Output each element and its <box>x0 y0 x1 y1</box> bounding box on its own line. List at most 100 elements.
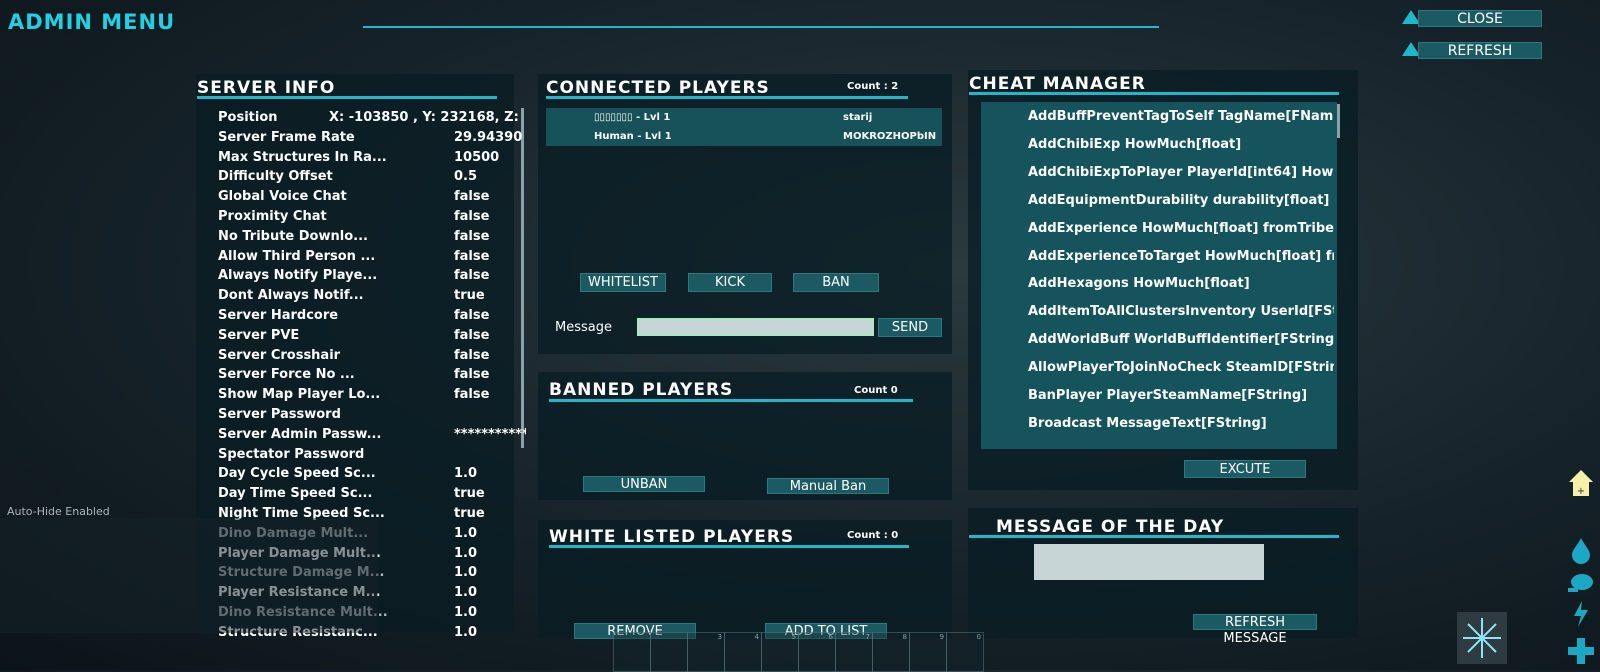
close-button[interactable]: CLOSE <box>1418 10 1542 27</box>
cheat-list-item[interactable]: AddExperienceToTarget HowMuch[float] fro… <box>1028 249 1334 269</box>
server-info-value: false <box>454 308 490 323</box>
hotbar-slot-number: 5 <box>791 633 796 641</box>
server-info-row: No Tribute Downlo... false <box>218 229 523 249</box>
server-info-key: Difficulty Offset <box>218 169 333 185</box>
cheat-list-item[interactable]: Broadcast MessageText[FString] <box>1028 416 1334 436</box>
water-icon <box>1570 536 1592 564</box>
server-info-value: false <box>454 387 490 403</box>
server-info-value: true <box>454 486 485 502</box>
send-button[interactable]: SEND <box>878 318 942 337</box>
server-info-row: Spectator Password <box>218 447 523 467</box>
list-item[interactable]: Human - Lvl 1 MOKROZHOPbIN <box>546 127 942 146</box>
title-divider <box>363 26 1159 28</box>
cheat-list-item[interactable]: AddChibiExp HowMuch[float] <box>1028 137 1334 157</box>
refresh-message-button[interactable]: REFRESH MESSAGE <box>1193 614 1317 646</box>
server-info-value: true <box>454 506 485 521</box>
whitelist-button[interactable]: WHITELIST <box>580 273 666 292</box>
hotbar-slot-number: 9 <box>939 633 944 641</box>
server-info-key: Dont Always Notif... <box>218 288 364 304</box>
server-info-row: Proximity Chat false <box>218 209 523 229</box>
hotbar-slot[interactable] <box>613 632 651 672</box>
hotbar: 3 4 5 6 7 8 9 0 <box>613 632 987 672</box>
cheat-list-item[interactable]: AddBuffPreventTagToSelf TagName[FName] <box>1028 109 1334 129</box>
stamina-icon <box>1572 600 1590 628</box>
server-info-key: Server Crosshair <box>218 347 341 363</box>
server-info-key: Max Structures In Ra... <box>218 149 387 165</box>
manual-ban-button[interactable]: Manual Ban <box>767 478 889 494</box>
server-info-key: Server Admin Passw... <box>218 426 382 442</box>
auto-hide-area <box>0 518 378 633</box>
list-item[interactable]: ▯▯▯▯▯▯▯ - Lvl 1 starij <box>546 108 942 127</box>
server-info-value: 1.0 <box>454 466 478 482</box>
svg-text:+: + <box>1577 486 1585 497</box>
hotbar-slot[interactable]: 0 <box>946 632 984 672</box>
hotbar-slot[interactable]: 9 <box>909 632 947 672</box>
player-id: MOKROZHOPbIN <box>843 131 937 142</box>
cheat-list-scrollbar[interactable] <box>1337 104 1340 138</box>
cheat-list-item[interactable]: BanPlayer PlayerSteamName[FString] <box>1028 388 1334 408</box>
execute-button[interactable]: EXCUTE <box>1184 460 1306 478</box>
server-info-row: Server Password <box>218 407 523 427</box>
motd-header: MESSAGE OF THE DAY <box>996 517 1225 537</box>
refresh-button[interactable]: REFRESH <box>1418 42 1542 59</box>
server-info-value: 10500 <box>454 149 500 165</box>
hotbar-slot[interactable]: 4 <box>724 632 762 672</box>
server-info-divider <box>197 96 497 99</box>
server-info-row: Day Time Speed Sc... true <box>218 486 523 506</box>
banned-players-divider <box>549 399 913 402</box>
server-info-key: Day Cycle Speed Sc... <box>218 466 376 482</box>
server-info-row: Dont Always Notif... true <box>218 288 523 308</box>
hotbar-slot[interactable]: 6 <box>798 632 836 672</box>
server-info-value: false <box>454 228 490 244</box>
cheat-list-item[interactable]: AddHexagons HowMuch[float] <box>1028 276 1334 296</box>
tribe-emblem-icon <box>1455 610 1509 666</box>
server-info-value: false <box>454 367 490 383</box>
motd-divider <box>969 535 1339 538</box>
server-info-value: false <box>454 248 490 264</box>
server-info-row: Position X: -103850 , Y: 232168, Z: -1424 <box>218 110 524 130</box>
server-info-row: Difficulty Offset 0.5 <box>218 169 523 189</box>
player-name: Human - Lvl 1 <box>594 131 672 142</box>
server-info-value: ************ <box>454 426 526 442</box>
hotbar-slot[interactable] <box>650 632 688 672</box>
message-label: Message <box>555 320 612 335</box>
server-info-value: 1.0 <box>454 565 478 581</box>
server-info-key: No Tribute Downlo... <box>218 228 368 244</box>
message-input[interactable] <box>637 318 874 336</box>
kick-button[interactable]: KICK <box>688 273 772 292</box>
white-listed-count: Count : 0 <box>847 530 899 541</box>
cheat-list-item[interactable]: AllowPlayerToJoinNoCheck SteamID[FString… <box>1028 360 1334 380</box>
hotbar-slot[interactable]: 5 <box>761 632 799 672</box>
hotbar-slot[interactable]: 3 <box>687 632 725 672</box>
cheat-list-item[interactable]: AddItemToAllClustersInventory UserId[FSt… <box>1028 304 1334 324</box>
server-info-value: false <box>454 209 490 224</box>
banned-players-count: Count 0 <box>854 385 898 396</box>
cheat-list-item[interactable]: AddEquipmentDurability durability[float] <box>1028 193 1334 213</box>
motd-input[interactable] <box>1034 544 1264 580</box>
connected-players-count: Count : 2 <box>847 81 899 92</box>
server-info-value: false <box>454 347 490 363</box>
server-info-key: Server Frame Rate <box>218 129 355 145</box>
hotbar-slot-number: 7 <box>865 633 870 641</box>
player-name: ▯▯▯▯▯▯▯ - Lvl 1 <box>594 112 671 123</box>
cheat-list-item[interactable]: AddExperience HowMuch[float] fromTribeSh… <box>1028 221 1334 241</box>
cheat-list-item[interactable]: AddWorldBuff WorldBuffIdentifier[FString… <box>1028 332 1334 352</box>
unban-button[interactable]: UNBAN <box>583 476 705 492</box>
server-info-value: false <box>454 189 490 205</box>
server-info-value: false <box>454 268 490 284</box>
server-info-row: Show Map Player Lo... false <box>218 387 523 407</box>
server-info-row: Day Cycle Speed Sc... 1.0 <box>218 466 523 486</box>
server-info-key: Position <box>218 110 278 125</box>
server-info-row: Server Force No ... false <box>218 367 523 387</box>
server-info-value: 1.0 <box>454 605 478 620</box>
cheat-manager-header: CHEAT MANAGER <box>969 74 1146 94</box>
cheat-list-item[interactable]: AddChibiExpToPlayer PlayerId[int64] HowM… <box>1028 165 1334 185</box>
hotbar-slot[interactable]: 8 <box>872 632 910 672</box>
server-info-key: Day Time Speed Sc... <box>218 486 373 502</box>
hotbar-slot[interactable]: 7 <box>835 632 873 672</box>
white-listed-divider <box>549 545 909 548</box>
page-title: ADMIN MENU <box>8 10 176 34</box>
hotbar-slot-number: 0 <box>976 633 981 641</box>
ban-button[interactable]: BAN <box>793 273 879 292</box>
server-info-key: Show Map Player Lo... <box>218 387 381 403</box>
